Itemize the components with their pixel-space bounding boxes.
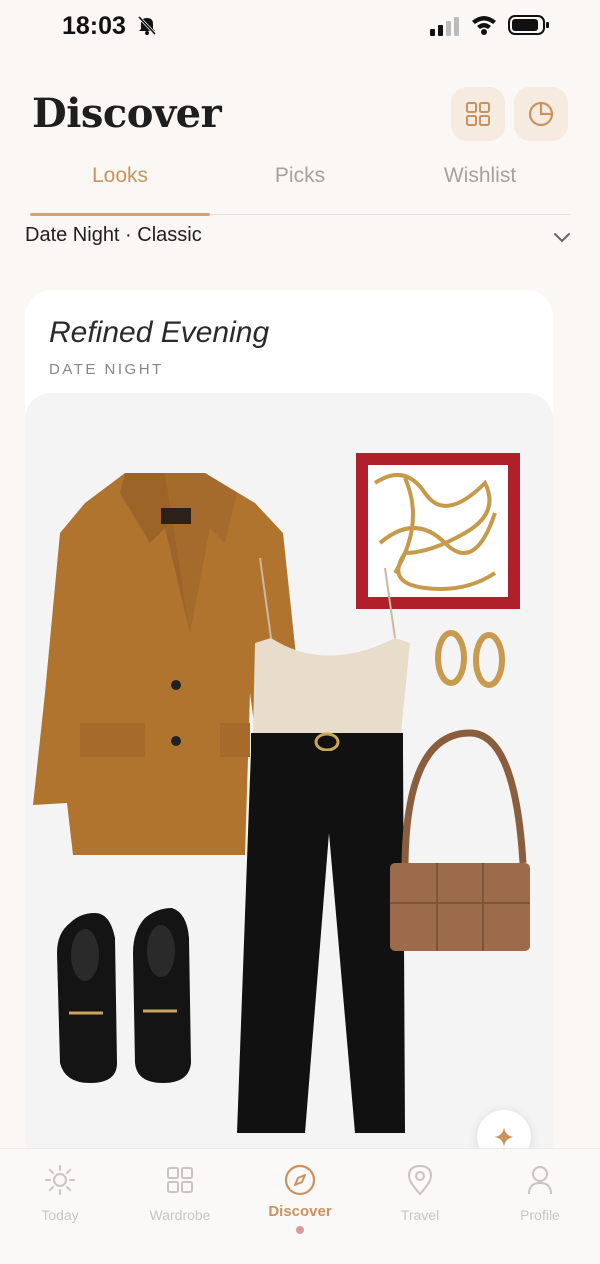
signal-icon	[430, 17, 459, 36]
grid-view-button[interactable]	[451, 87, 505, 141]
status-bar: 18:03	[0, 0, 600, 54]
look-title: Refined Evening	[49, 316, 270, 349]
sun-icon	[45, 1165, 75, 1195]
occasion-filter-dropdown[interactable]: Date Night · Classic	[25, 224, 575, 252]
page-title: Discover	[32, 90, 222, 137]
location-pin-icon	[407, 1164, 433, 1196]
trousers-image	[237, 732, 405, 1133]
tab-looks[interactable]: Looks	[30, 164, 210, 188]
nav-wardrobe[interactable]: Wardrobe	[120, 1163, 240, 1223]
bottom-nav: Today Wardrobe Discover Travel Profile	[0, 1148, 600, 1264]
sparkle-icon	[494, 1127, 514, 1147]
nav-discover[interactable]: Discover	[240, 1163, 360, 1220]
tab-wishlist[interactable]: Wishlist	[390, 164, 570, 188]
hoop-earrings-image	[435, 630, 505, 688]
wifi-icon	[472, 16, 496, 35]
active-nav-indicator	[296, 1226, 304, 1234]
nav-profile[interactable]: Profile	[480, 1163, 600, 1223]
chevron-down-icon	[554, 233, 570, 243]
nav-label: Profile	[520, 1207, 560, 1223]
framed-art-image	[356, 453, 520, 609]
battery-icon	[508, 15, 549, 35]
nav-travel[interactable]: Travel	[360, 1163, 480, 1223]
nav-label: Travel	[400, 1207, 440, 1223]
compass-icon	[284, 1164, 316, 1196]
outfit-flatlay	[25, 393, 553, 1190]
pie-chart-icon	[528, 101, 554, 127]
person-icon	[528, 1166, 552, 1195]
look-card[interactable]: Refined Evening DATE NIGHT	[25, 290, 553, 1190]
filter-value: Date Night · Classic	[25, 224, 202, 246]
bell-muted-icon	[137, 15, 157, 36]
nav-today[interactable]: Today	[0, 1163, 120, 1223]
nav-label: Today	[41, 1207, 79, 1223]
tab-bar: Looks Picks Wishlist	[30, 160, 570, 216]
nav-label: Wardrobe	[149, 1207, 211, 1223]
shoulder-bag-image	[390, 729, 530, 951]
active-tab-indicator	[30, 213, 210, 216]
status-time: 18:03	[62, 12, 126, 40]
grid-icon	[466, 102, 490, 126]
tab-picks[interactable]: Picks	[210, 164, 390, 188]
nav-label: Discover	[268, 1203, 332, 1220]
loafers-image	[57, 908, 191, 1083]
stats-button[interactable]	[514, 87, 568, 141]
grid-icon	[167, 1167, 193, 1193]
look-occasion: DATE NIGHT	[49, 361, 164, 378]
